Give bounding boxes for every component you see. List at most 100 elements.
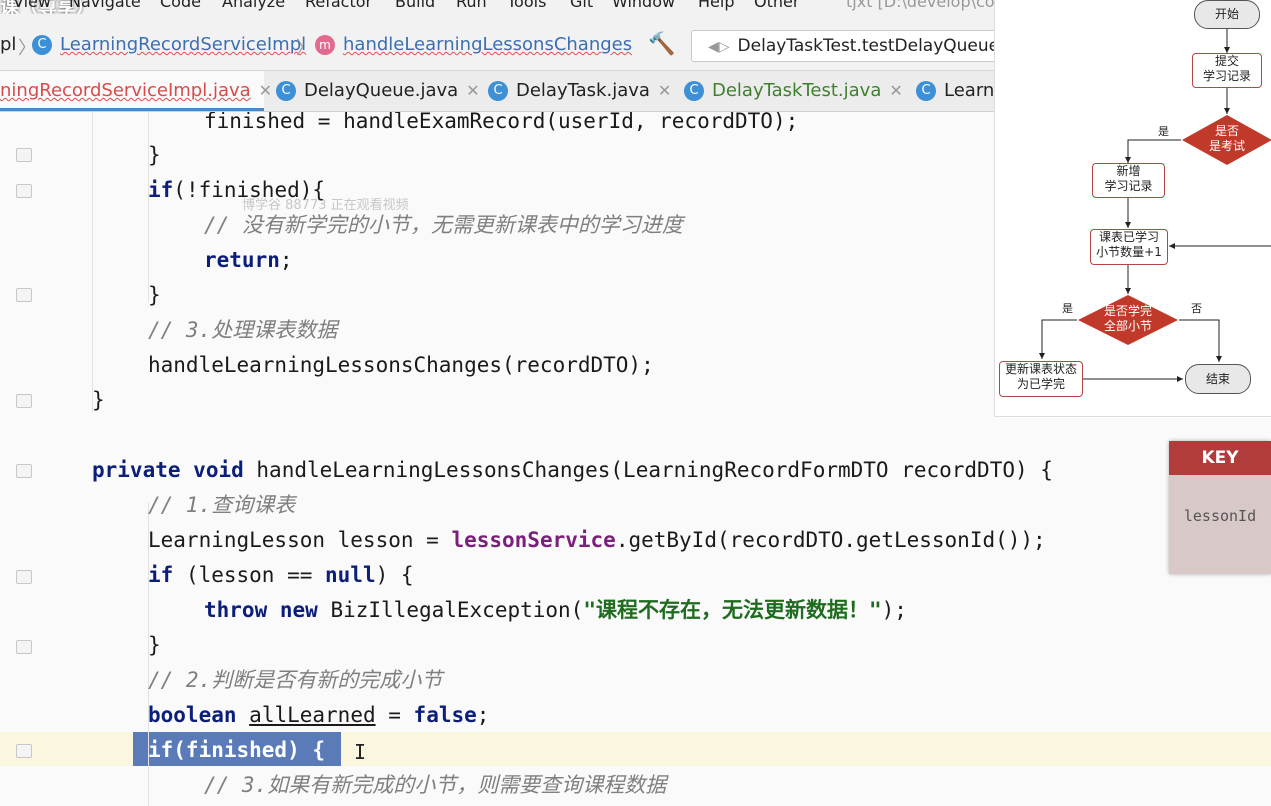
fold-marker-icon[interactable] <box>16 184 32 198</box>
keyword: new <box>279 598 318 622</box>
class-icon: C <box>276 81 296 101</box>
fold-marker-icon[interactable] <box>16 288 32 302</box>
menu-tools[interactable]: Tools <box>507 0 546 11</box>
tab-learning[interactable]: C Learni <box>916 71 999 111</box>
menu-analyze[interactable]: Analyze <box>222 0 285 11</box>
menu-window[interactable]: Window <box>612 0 675 11</box>
close-icon[interactable]: ✕ <box>466 81 479 100</box>
close-icon[interactable]: ✕ <box>889 81 902 100</box>
class-icon: C <box>488 81 508 101</box>
fold-marker-icon[interactable] <box>16 570 32 584</box>
menu-view[interactable]: View <box>13 0 51 11</box>
code-comment: // 3.处理课表数据 <box>148 318 338 342</box>
key-card-header: KEY <box>1169 441 1271 475</box>
fold-marker-icon[interactable] <box>16 464 32 478</box>
keyword: if <box>148 563 174 587</box>
code-line-3: if(!finished){ <box>148 175 325 205</box>
menu-other[interactable]: Other <box>754 0 799 11</box>
flow-submit-line2: 学习记录 <box>1202 69 1251 83</box>
tab-delay-queue[interactable]: C DelayQueue.java ✕ <box>276 71 480 111</box>
code-line-14: throw new BizIllegalException("课程不存在，无法更… <box>204 595 907 625</box>
fold-marker-icon[interactable] <box>16 394 32 408</box>
field-reference: lessonService <box>451 528 616 552</box>
text-cursor-icon: I <box>354 740 367 764</box>
close-icon[interactable]: ✕ <box>259 81 272 100</box>
tab-label: Learni <box>944 80 1000 101</box>
flow-yes-label: 是 <box>1158 125 1169 138</box>
keyword: null <box>325 563 376 587</box>
tab-delay-task[interactable]: C DelayTask.java ✕ <box>488 71 671 111</box>
flow-add-line2: 学习记录 <box>1104 179 1153 193</box>
run-config-arrows-icon: ◀▷ <box>708 39 730 55</box>
tab-delay-task-test[interactable]: C DelayTaskTest.java ✕ <box>684 71 903 111</box>
code-comment: // 没有新学完的小节，无需更新课表中的学习进度 <box>204 213 683 237</box>
class-icon: C <box>32 34 52 55</box>
menu-build[interactable]: Build <box>395 0 435 11</box>
tab-label: ningRecordServiceImpl.java <box>0 80 251 101</box>
run-configuration-select[interactable]: ◀▷ DelayTaskTest.testDelayQueue <box>691 30 1013 62</box>
code-line-8: handleLearningLessonsChanges(recordDTO); <box>148 353 654 377</box>
code-line-1: finished = handleExamRecord(userId, reco… <box>204 112 799 133</box>
flow-count-line1: 课表已学习 <box>1098 230 1159 244</box>
code-line-selected: if(finished) { <box>148 738 326 762</box>
menu-git[interactable]: Git <box>570 0 593 11</box>
breadcrumb-separator-icon: 〉 <box>296 38 314 59</box>
code-line-12: LearningLesson lesson = lessonService.ge… <box>148 525 1046 555</box>
tab-label: DelayQueue.java <box>304 80 459 101</box>
string-literal: "课程不存在，无法更新数据！" <box>583 598 882 622</box>
flow-count-node: 课表已学习 小节数量+1 <box>1090 229 1168 265</box>
code-text: ; <box>476 703 490 727</box>
breadcrumb-class[interactable]: LearningRecordServiceImpl <box>60 34 306 55</box>
indent-guide <box>92 112 93 412</box>
flow-add-line1: 新增 <box>1116 164 1141 178</box>
code-text: handleLearningLessonsChanges(LearningRec… <box>256 458 1053 482</box>
code-line-17: boolean allLearned = false; <box>148 700 489 730</box>
code-line-15: } <box>148 633 161 657</box>
variable: allLearned <box>249 703 376 727</box>
code-text: (lesson == <box>173 563 326 587</box>
flow-update-line2: 为已学完 <box>1016 377 1065 391</box>
breadcrumb-method[interactable]: handleLearningLessonsChanges <box>343 34 632 55</box>
key-card: KEY lessonId <box>1169 441 1271 574</box>
flow-submit-node: 提交 学习记录 <box>1192 53 1262 88</box>
flow-start-node: 开始 <box>1194 0 1260 29</box>
flowchart-panel: 开始 提交 学习记录 是否 是考试 是 新增 学习记录 课表已学习 小节数量+1 是否学… <box>994 0 1271 417</box>
flow-submit-line1: 提交 <box>1214 54 1239 68</box>
fold-marker-icon[interactable] <box>16 744 32 758</box>
tab-label: DelayTaskTest.java <box>712 80 882 101</box>
code-line-5: return; <box>204 245 293 275</box>
flow-all-line2: 全部小节 <box>1103 319 1152 333</box>
fold-marker-icon[interactable] <box>16 148 32 162</box>
code-text: = <box>375 703 414 727</box>
tab-learning-record-service-impl[interactable]: ningRecordServiceImpl.java ✕ <box>0 71 272 111</box>
flow-no-label: 否 <box>1191 302 1202 315</box>
close-icon[interactable]: ✕ <box>658 81 671 100</box>
tab-label: DelayTask.java <box>516 80 650 101</box>
flow-start-label: 开始 <box>1214 7 1239 21</box>
flow-update-line1: 更新课表状态 <box>1004 362 1077 376</box>
code-comment: // 3.如果有新完成的小节，则需要查询课程数据 <box>204 773 667 797</box>
keyword: false <box>413 703 477 727</box>
method-icon: m <box>315 34 335 55</box>
keyword: void <box>193 458 244 482</box>
code-text: ) { <box>375 563 414 587</box>
build-hammer-icon[interactable]: 🔨 <box>648 32 675 57</box>
menu-refactor[interactable]: Refactor <box>305 0 372 11</box>
flow-exam-label: 是否 是考试 <box>1181 124 1271 154</box>
menu-navigate[interactable]: Navigate <box>69 0 141 11</box>
keyword: boolean <box>148 703 237 727</box>
flow-end-node: 结束 <box>1185 364 1251 394</box>
fold-marker-icon[interactable] <box>16 640 32 654</box>
breadcrumb-prefix[interactable]: pl <box>0 34 16 55</box>
menu-code[interactable]: Code <box>160 0 201 11</box>
flow-yes-label: 是 <box>1062 302 1073 315</box>
keyword: if <box>148 178 174 202</box>
flow-end-label: 结束 <box>1205 372 1230 386</box>
key-card-value: lessonId <box>1183 507 1257 525</box>
code-text: .getById(recordDTO.getLessonId()); <box>615 528 1046 552</box>
code-line-2: } <box>148 143 161 167</box>
flow-exam-line1: 是否 <box>1214 124 1239 138</box>
menu-help[interactable]: Help <box>698 0 734 11</box>
menu-run[interactable]: Run <box>456 0 487 11</box>
flow-exam-line2: 是考试 <box>1208 139 1245 153</box>
